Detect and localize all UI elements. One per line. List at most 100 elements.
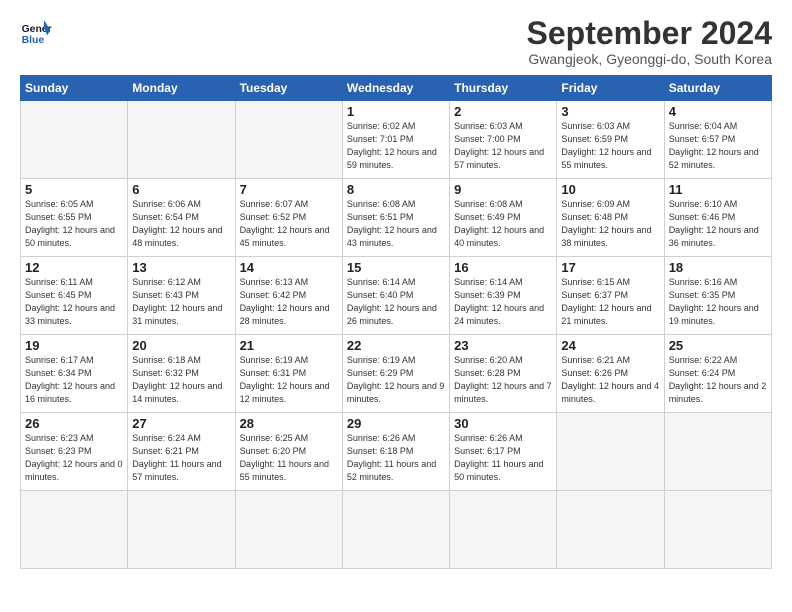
table-row — [21, 491, 128, 569]
table-row: 23Sunrise: 6:20 AMSunset: 6:28 PMDayligh… — [450, 335, 557, 413]
header: General Blue September 2024 Gwangjeok, G… — [20, 16, 772, 67]
day-info: Sunrise: 6:22 AMSunset: 6:24 PMDaylight:… — [669, 354, 767, 406]
table-row — [664, 413, 771, 491]
day-info: Sunrise: 6:15 AMSunset: 6:37 PMDaylight:… — [561, 276, 659, 328]
table-row: 13Sunrise: 6:12 AMSunset: 6:43 PMDayligh… — [128, 257, 235, 335]
subtitle: Gwangjeok, Gyeonggi-do, South Korea — [527, 51, 772, 67]
day-number: 1 — [347, 104, 445, 119]
day-info: Sunrise: 6:20 AMSunset: 6:28 PMDaylight:… — [454, 354, 552, 406]
day-number: 4 — [669, 104, 767, 119]
calendar-row — [21, 491, 772, 569]
table-row: 10Sunrise: 6:09 AMSunset: 6:48 PMDayligh… — [557, 179, 664, 257]
table-row: 29Sunrise: 6:26 AMSunset: 6:18 PMDayligh… — [342, 413, 449, 491]
day-info: Sunrise: 6:02 AMSunset: 7:01 PMDaylight:… — [347, 120, 445, 172]
day-number: 13 — [132, 260, 230, 275]
day-info: Sunrise: 6:14 AMSunset: 6:40 PMDaylight:… — [347, 276, 445, 328]
table-row — [21, 101, 128, 179]
day-number: 10 — [561, 182, 659, 197]
table-row — [128, 101, 235, 179]
day-number: 29 — [347, 416, 445, 431]
day-info: Sunrise: 6:03 AMSunset: 6:59 PMDaylight:… — [561, 120, 659, 172]
day-number: 5 — [25, 182, 123, 197]
day-info: Sunrise: 6:07 AMSunset: 6:52 PMDaylight:… — [240, 198, 338, 250]
day-info: Sunrise: 6:24 AMSunset: 6:21 PMDaylight:… — [132, 432, 230, 484]
table-row: 18Sunrise: 6:16 AMSunset: 6:35 PMDayligh… — [664, 257, 771, 335]
table-row: 7Sunrise: 6:07 AMSunset: 6:52 PMDaylight… — [235, 179, 342, 257]
day-number: 27 — [132, 416, 230, 431]
day-info: Sunrise: 6:09 AMSunset: 6:48 PMDaylight:… — [561, 198, 659, 250]
table-row: 19Sunrise: 6:17 AMSunset: 6:34 PMDayligh… — [21, 335, 128, 413]
day-info: Sunrise: 6:16 AMSunset: 6:35 PMDaylight:… — [669, 276, 767, 328]
day-number: 23 — [454, 338, 552, 353]
day-number: 24 — [561, 338, 659, 353]
calendar-row: 19Sunrise: 6:17 AMSunset: 6:34 PMDayligh… — [21, 335, 772, 413]
table-row: 12Sunrise: 6:11 AMSunset: 6:45 PMDayligh… — [21, 257, 128, 335]
weekday-header-row: Sunday Monday Tuesday Wednesday Thursday… — [21, 76, 772, 101]
table-row: 4Sunrise: 6:04 AMSunset: 6:57 PMDaylight… — [664, 101, 771, 179]
day-number: 18 — [669, 260, 767, 275]
table-row — [235, 101, 342, 179]
table-row: 3Sunrise: 6:03 AMSunset: 6:59 PMDaylight… — [557, 101, 664, 179]
table-row: 14Sunrise: 6:13 AMSunset: 6:42 PMDayligh… — [235, 257, 342, 335]
day-info: Sunrise: 6:10 AMSunset: 6:46 PMDaylight:… — [669, 198, 767, 250]
day-info: Sunrise: 6:08 AMSunset: 6:49 PMDaylight:… — [454, 198, 552, 250]
day-info: Sunrise: 6:05 AMSunset: 6:55 PMDaylight:… — [25, 198, 123, 250]
table-row — [557, 491, 664, 569]
table-row — [342, 491, 449, 569]
day-number: 8 — [347, 182, 445, 197]
table-row — [557, 413, 664, 491]
calendar-row: 12Sunrise: 6:11 AMSunset: 6:45 PMDayligh… — [21, 257, 772, 335]
day-info: Sunrise: 6:11 AMSunset: 6:45 PMDaylight:… — [25, 276, 123, 328]
table-row: 22Sunrise: 6:19 AMSunset: 6:29 PMDayligh… — [342, 335, 449, 413]
table-row — [235, 491, 342, 569]
logo-icon: General Blue — [20, 16, 52, 48]
table-row: 25Sunrise: 6:22 AMSunset: 6:24 PMDayligh… — [664, 335, 771, 413]
day-number: 14 — [240, 260, 338, 275]
day-number: 2 — [454, 104, 552, 119]
day-info: Sunrise: 6:06 AMSunset: 6:54 PMDaylight:… — [132, 198, 230, 250]
day-info: Sunrise: 6:25 AMSunset: 6:20 PMDaylight:… — [240, 432, 338, 484]
day-number: 19 — [25, 338, 123, 353]
table-row: 15Sunrise: 6:14 AMSunset: 6:40 PMDayligh… — [342, 257, 449, 335]
title-block: September 2024 Gwangjeok, Gyeonggi-do, S… — [527, 16, 772, 67]
table-row: 16Sunrise: 6:14 AMSunset: 6:39 PMDayligh… — [450, 257, 557, 335]
table-row: 24Sunrise: 6:21 AMSunset: 6:26 PMDayligh… — [557, 335, 664, 413]
calendar-row: 26Sunrise: 6:23 AMSunset: 6:23 PMDayligh… — [21, 413, 772, 491]
day-info: Sunrise: 6:03 AMSunset: 7:00 PMDaylight:… — [454, 120, 552, 172]
table-row: 21Sunrise: 6:19 AMSunset: 6:31 PMDayligh… — [235, 335, 342, 413]
day-info: Sunrise: 6:08 AMSunset: 6:51 PMDaylight:… — [347, 198, 445, 250]
table-row: 9Sunrise: 6:08 AMSunset: 6:49 PMDaylight… — [450, 179, 557, 257]
calendar-row: 5Sunrise: 6:05 AMSunset: 6:55 PMDaylight… — [21, 179, 772, 257]
day-number: 12 — [25, 260, 123, 275]
table-row: 20Sunrise: 6:18 AMSunset: 6:32 PMDayligh… — [128, 335, 235, 413]
day-number: 25 — [669, 338, 767, 353]
header-friday: Friday — [557, 76, 664, 101]
table-row — [664, 491, 771, 569]
table-row: 6Sunrise: 6:06 AMSunset: 6:54 PMDaylight… — [128, 179, 235, 257]
day-number: 7 — [240, 182, 338, 197]
header-monday: Monday — [128, 76, 235, 101]
day-info: Sunrise: 6:26 AMSunset: 6:18 PMDaylight:… — [347, 432, 445, 484]
table-row: 17Sunrise: 6:15 AMSunset: 6:37 PMDayligh… — [557, 257, 664, 335]
day-info: Sunrise: 6:12 AMSunset: 6:43 PMDaylight:… — [132, 276, 230, 328]
day-number: 28 — [240, 416, 338, 431]
day-number: 16 — [454, 260, 552, 275]
header-saturday: Saturday — [664, 76, 771, 101]
logo: General Blue — [20, 16, 52, 48]
table-row — [128, 491, 235, 569]
table-row: 5Sunrise: 6:05 AMSunset: 6:55 PMDaylight… — [21, 179, 128, 257]
day-number: 17 — [561, 260, 659, 275]
header-wednesday: Wednesday — [342, 76, 449, 101]
header-sunday: Sunday — [21, 76, 128, 101]
day-info: Sunrise: 6:14 AMSunset: 6:39 PMDaylight:… — [454, 276, 552, 328]
svg-text:Blue: Blue — [22, 35, 45, 46]
day-number: 3 — [561, 104, 659, 119]
header-thursday: Thursday — [450, 76, 557, 101]
table-row: 30Sunrise: 6:26 AMSunset: 6:17 PMDayligh… — [450, 413, 557, 491]
table-row: 28Sunrise: 6:25 AMSunset: 6:20 PMDayligh… — [235, 413, 342, 491]
day-number: 30 — [454, 416, 552, 431]
day-info: Sunrise: 6:04 AMSunset: 6:57 PMDaylight:… — [669, 120, 767, 172]
day-number: 22 — [347, 338, 445, 353]
day-info: Sunrise: 6:19 AMSunset: 6:31 PMDaylight:… — [240, 354, 338, 406]
day-info: Sunrise: 6:23 AMSunset: 6:23 PMDaylight:… — [25, 432, 123, 484]
